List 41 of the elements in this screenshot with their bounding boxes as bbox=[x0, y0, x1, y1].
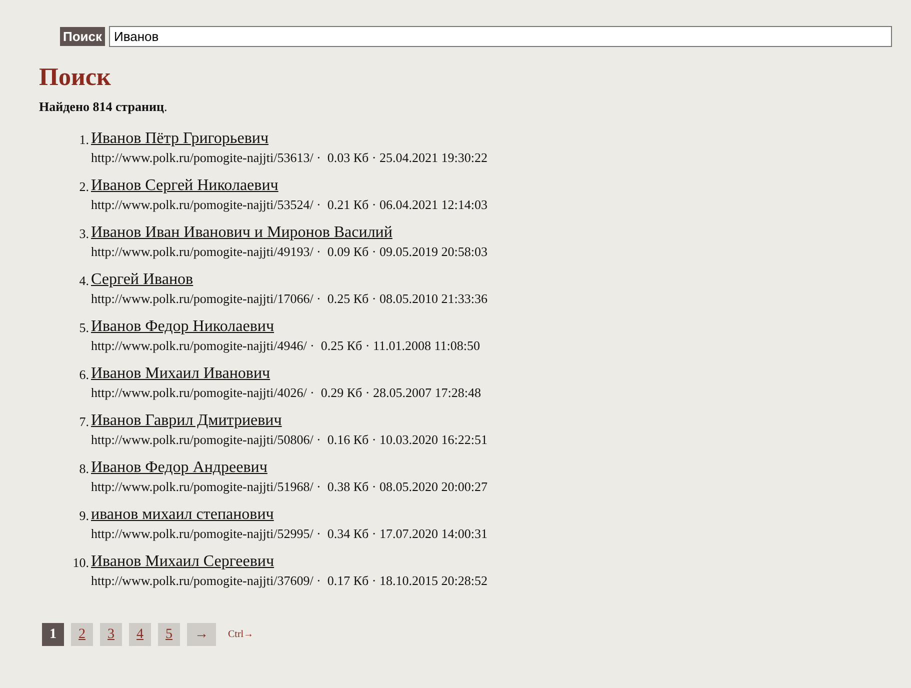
result-meta: http://www.polk.ru/pomogite-najjti/17066/ · 0.25 Кб · 08.05.2010 21:33:36 bbox=[91, 290, 488, 308]
search-field[interactable]: Иванов bbox=[109, 26, 892, 47]
result-link[interactable]: Иванов Иван Иванович и Миронов Василий bbox=[91, 223, 392, 243]
result-link[interactable]: Иванов Михаил Иванович bbox=[91, 364, 270, 384]
result-link[interactable]: Иванов Федор Андреевич bbox=[91, 458, 268, 478]
result-number: 10. bbox=[72, 554, 90, 572]
result-link[interactable]: Иванов Пётр Григорьевич bbox=[91, 129, 268, 149]
page-button[interactable]: 1 bbox=[42, 623, 64, 646]
page-button[interactable]: 4 bbox=[129, 623, 151, 646]
result-link[interactable]: иванов михаил степанович bbox=[91, 505, 274, 525]
result-number: 9. bbox=[78, 507, 90, 525]
result-number: 5. bbox=[78, 319, 90, 337]
result-meta: http://www.polk.ru/pomogite-najjti/53524/ · 0.21 Кб · 06.04.2021 12:14:03 bbox=[91, 196, 488, 214]
result-number: 4. bbox=[78, 272, 90, 290]
result-meta: http://www.polk.ru/pomogite-najjti/50806/ · 0.16 Кб · 10.03.2020 16:22:51 bbox=[91, 431, 488, 449]
page-button[interactable]: 3 bbox=[100, 623, 122, 646]
result-link[interactable]: Иванов Федор Николаевич bbox=[91, 317, 274, 337]
page-button[interactable]: 5 bbox=[158, 623, 180, 646]
result-link[interactable]: Иванов Михаил Сергеевич bbox=[91, 552, 274, 572]
result-meta: http://www.polk.ru/pomogite-najjti/4946/ · 0.25 Кб · 11.01.2008 11:08:50 bbox=[91, 337, 480, 355]
next-page-button[interactable]: → bbox=[187, 623, 216, 646]
result-number: 7. bbox=[78, 413, 90, 431]
keyboard-hint: Ctrl→ bbox=[228, 629, 254, 640]
result-number: 1. bbox=[78, 131, 90, 149]
result-number: 2. bbox=[78, 178, 90, 196]
result-link[interactable]: Иванов Сергей Николаевич bbox=[91, 176, 278, 196]
page-heading: Поиск bbox=[39, 63, 112, 93]
result-meta: http://www.polk.ru/pomogite-najjti/49193/ · 0.09 Кб · 09.05.2019 20:58:03 bbox=[91, 243, 488, 261]
result-meta: http://www.polk.ru/pomogite-najjti/51968/ · 0.38 Кб · 08.05.2020 20:00:27 bbox=[91, 478, 488, 496]
result-number: 3. bbox=[78, 225, 90, 243]
results-count: Найдено 814 страниц. bbox=[39, 99, 168, 115]
result-meta: http://www.polk.ru/pomogite-najjti/4026/ · 0.29 Кб · 28.05.2007 17:28:48 bbox=[91, 384, 481, 402]
result-meta: http://www.polk.ru/pomogite-najjti/53613/ · 0.03 Кб · 25.04.2021 19:30:22 bbox=[91, 149, 488, 167]
result-link[interactable]: Иванов Гаврил Дмитриевич bbox=[91, 411, 282, 431]
result-number: 6. bbox=[78, 366, 90, 384]
result-number: 8. bbox=[78, 460, 90, 478]
result-link[interactable]: Сергей Иванов bbox=[91, 270, 194, 290]
result-meta: http://www.polk.ru/pomogite-najjti/52995/ · 0.34 Кб · 17.07.2020 14:00:31 bbox=[91, 525, 488, 543]
page-button[interactable]: 2 bbox=[71, 623, 93, 646]
search-label: Поиск bbox=[60, 27, 106, 46]
result-meta: http://www.polk.ru/pomogite-najjti/37609/ · 0.17 Кб · 18.10.2015 20:28:52 bbox=[91, 572, 488, 590]
